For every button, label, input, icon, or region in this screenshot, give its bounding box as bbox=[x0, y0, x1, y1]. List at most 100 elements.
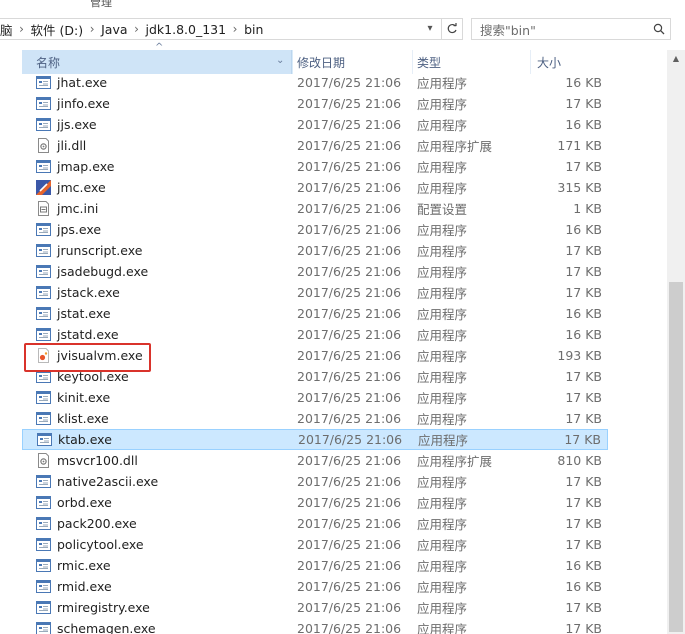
file-row[interactable]: rmid.exe 2017/6/25 21:06 应用程序 16 KB bbox=[22, 576, 608, 597]
file-name: jmc.exe bbox=[57, 180, 106, 195]
file-size: 193 KB bbox=[557, 348, 602, 363]
file-row[interactable]: jsadebugd.exe 2017/6/25 21:06 应用程序 17 KB bbox=[22, 261, 608, 282]
file-row[interactable]: jps.exe 2017/6/25 21:06 应用程序 16 KB bbox=[22, 219, 608, 240]
file-row[interactable]: native2ascii.exe 2017/6/25 21:06 应用程序 17 KB bbox=[22, 471, 608, 492]
file-row[interactable]: jli.dll 2017/6/25 21:06 应用程序扩展 171 KB bbox=[22, 135, 608, 156]
file-name-cell[interactable]: jmap.exe bbox=[36, 159, 286, 174]
file-type: 应用程序 bbox=[417, 475, 468, 490]
file-row[interactable]: rmic.exe 2017/6/25 21:06 应用程序 16 KB bbox=[22, 555, 608, 576]
file-type: 应用程序 bbox=[417, 76, 468, 91]
file-name-cell[interactable]: policytool.exe bbox=[36, 537, 286, 552]
file-row[interactable]: klist.exe 2017/6/25 21:06 应用程序 17 KB bbox=[22, 408, 608, 429]
file-size: 17 KB bbox=[565, 390, 602, 405]
file-name-cell[interactable]: rmid.exe bbox=[36, 579, 286, 594]
file-name: pack200.exe bbox=[57, 516, 137, 531]
breadcrumb-bin[interactable]: bin bbox=[244, 22, 263, 37]
file-name-cell[interactable]: rmic.exe bbox=[36, 558, 286, 573]
column-header-size[interactable]: 大小 bbox=[531, 50, 608, 74]
breadcrumb-chevron-icon[interactable]: › bbox=[128, 18, 146, 40]
file-name-cell[interactable]: ktab.exe bbox=[37, 432, 287, 447]
file-name: jli.dll bbox=[57, 138, 87, 153]
file-name-cell[interactable]: orbd.exe bbox=[36, 495, 286, 510]
search-input[interactable]: 搜索"bin" bbox=[480, 20, 648, 39]
breadcrumb-drive[interactable]: 软件 (D:) bbox=[31, 20, 84, 39]
file-row[interactable]: schemagen.exe 2017/6/25 21:06 应用程序 17 KB bbox=[22, 618, 608, 634]
file-row-selected[interactable]: ktab.exe 2017/6/25 21:06 应用程序 17 KB bbox=[22, 429, 608, 450]
file-name-cell[interactable]: jsadebugd.exe bbox=[36, 264, 286, 279]
file-row[interactable]: kinit.exe 2017/6/25 21:06 应用程序 17 KB bbox=[22, 387, 608, 408]
file-name-cell[interactable]: klist.exe bbox=[36, 411, 286, 426]
file-row[interactable]: jinfo.exe 2017/6/25 21:06 应用程序 17 KB bbox=[22, 93, 608, 114]
file-name-cell[interactable]: rmiregistry.exe bbox=[36, 600, 286, 615]
column-header-date[interactable]: 修改日期 bbox=[293, 50, 413, 74]
breadcrumb-java[interactable]: Java bbox=[101, 22, 127, 37]
search-box[interactable]: 搜索"bin" bbox=[471, 18, 671, 40]
address-bar[interactable]: 脑 › 软件 (D:) › Java › jdk1.8.0_131 › bin bbox=[0, 18, 444, 40]
file-modified-date: 2017/6/25 21:06 bbox=[297, 159, 402, 174]
file-name-cell[interactable]: pack200.exe bbox=[36, 516, 286, 531]
file-type: 应用程序 bbox=[417, 559, 468, 574]
file-name-cell[interactable]: jstatd.exe bbox=[36, 327, 286, 342]
file-row[interactable]: policytool.exe 2017/6/25 21:06 应用程序 17 KB bbox=[22, 534, 608, 555]
column-header-name[interactable]: 名称 bbox=[22, 50, 292, 74]
file-row[interactable]: msvcr100.dll 2017/6/25 21:06 应用程序扩展 810 KB bbox=[22, 450, 608, 471]
file-name-cell[interactable]: jmc.ini bbox=[36, 201, 286, 216]
column-header-type-label: 类型 bbox=[417, 55, 442, 70]
file-modified-date: 2017/6/25 21:06 bbox=[297, 180, 402, 195]
breadcrumb-chevron-icon[interactable]: › bbox=[13, 18, 31, 40]
breadcrumb-computer[interactable]: 脑 bbox=[0, 20, 13, 39]
scroll-thumb[interactable] bbox=[669, 282, 683, 632]
file-name-cell[interactable]: jmc.exe bbox=[36, 180, 286, 195]
file-row[interactable]: jmc.exe 2017/6/25 21:06 应用程序 315 KB bbox=[22, 177, 608, 198]
breadcrumb-jdk[interactable]: jdk1.8.0_131 bbox=[146, 22, 227, 37]
scroll-up-arrow-icon[interactable]: ▲ bbox=[667, 50, 685, 67]
file-row[interactable]: jstat.exe 2017/6/25 21:06 应用程序 16 KB bbox=[22, 303, 608, 324]
breadcrumb-chevron-icon[interactable]: › bbox=[226, 18, 244, 40]
file-name-cell[interactable]: jli.dll bbox=[36, 138, 286, 153]
sort-ascending-icon: ^ bbox=[155, 42, 164, 53]
file-name-cell[interactable]: msvcr100.dll bbox=[36, 453, 286, 468]
exe-icon bbox=[36, 474, 51, 489]
file-size: 17 KB bbox=[565, 159, 602, 174]
file-modified-date: 2017/6/25 21:06 bbox=[297, 306, 402, 321]
file-type: 应用程序 bbox=[417, 601, 468, 616]
file-row[interactable]: pack200.exe 2017/6/25 21:06 应用程序 17 KB bbox=[22, 513, 608, 534]
file-name-cell[interactable]: jhat.exe bbox=[36, 75, 286, 90]
file-row[interactable]: jrunscript.exe 2017/6/25 21:06 应用程序 17 KB bbox=[22, 240, 608, 261]
file-name-cell[interactable]: jstack.exe bbox=[36, 285, 286, 300]
file-size: 17 KB bbox=[565, 285, 602, 300]
file-row[interactable]: orbd.exe 2017/6/25 21:06 应用程序 17 KB bbox=[22, 492, 608, 513]
file-modified-date: 2017/6/25 21:06 bbox=[297, 348, 402, 363]
column-header-type[interactable]: 类型 bbox=[413, 50, 531, 74]
file-row[interactable]: rmiregistry.exe 2017/6/25 21:06 应用程序 17 KB bbox=[22, 597, 608, 618]
file-row[interactable]: jhat.exe 2017/6/25 21:06 应用程序 16 KB bbox=[22, 72, 608, 93]
refresh-button[interactable] bbox=[441, 18, 463, 40]
vertical-scrollbar[interactable]: ▲ bbox=[667, 50, 685, 634]
breadcrumb-chevron-icon[interactable]: › bbox=[83, 18, 101, 40]
exe-icon bbox=[36, 327, 51, 342]
file-name: jhat.exe bbox=[57, 75, 108, 90]
search-icon[interactable] bbox=[648, 19, 670, 39]
file-row[interactable]: jstatd.exe 2017/6/25 21:06 应用程序 16 KB bbox=[22, 324, 608, 345]
file-name-cell[interactable]: jjs.exe bbox=[36, 117, 286, 132]
file-modified-date: 2017/6/25 21:06 bbox=[297, 537, 402, 552]
file-name-cell[interactable]: native2ascii.exe bbox=[36, 474, 286, 489]
file-name-cell[interactable]: jps.exe bbox=[36, 222, 286, 237]
file-name: rmiregistry.exe bbox=[57, 600, 150, 615]
file-name-cell[interactable]: schemagen.exe bbox=[36, 621, 286, 634]
dll-icon bbox=[36, 138, 51, 153]
file-row[interactable]: jmc.ini 2017/6/25 21:06 配置设置 1 KB bbox=[22, 198, 608, 219]
file-row[interactable]: jstack.exe 2017/6/25 21:06 应用程序 17 KB bbox=[22, 282, 608, 303]
address-history-dropdown-icon[interactable]: ▾ bbox=[420, 18, 440, 38]
ribbon-tab-manage[interactable]: 管理 bbox=[90, 0, 112, 10]
file-name-cell[interactable]: kinit.exe bbox=[36, 390, 286, 405]
column-filter-chevron-icon[interactable]: ⌄ bbox=[276, 55, 284, 66]
file-name-cell[interactable]: jrunscript.exe bbox=[36, 243, 286, 258]
exe-icon bbox=[36, 159, 51, 174]
file-name-cell[interactable]: jstat.exe bbox=[36, 306, 286, 321]
file-type: 应用程序 bbox=[417, 160, 468, 175]
file-row[interactable]: jmap.exe 2017/6/25 21:06 应用程序 17 KB bbox=[22, 156, 608, 177]
file-row[interactable]: jjs.exe 2017/6/25 21:06 应用程序 16 KB bbox=[22, 114, 608, 135]
file-type: 应用程序 bbox=[417, 97, 468, 112]
file-name-cell[interactable]: jinfo.exe bbox=[36, 96, 286, 111]
